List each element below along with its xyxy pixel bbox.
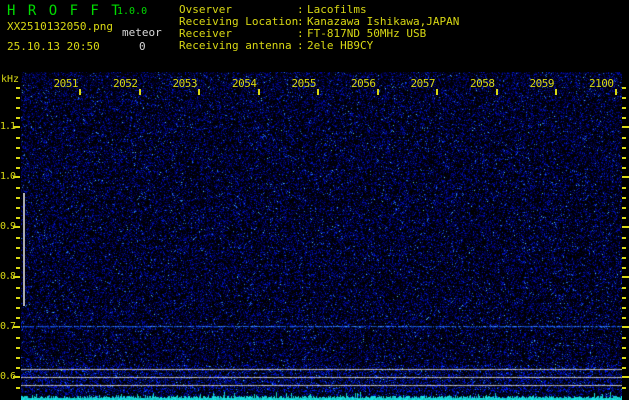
- spectrogram-canvas: [21, 72, 622, 400]
- left-edge-marker: [23, 193, 25, 306]
- y-tick-mark-minor-right: [622, 187, 626, 189]
- y-tick-mark-minor: [16, 307, 20, 309]
- meteor-count: 0: [139, 40, 146, 53]
- y-tick-mark-minor-right: [622, 267, 626, 269]
- y-tick-mark-minor: [16, 367, 20, 369]
- y-tick-mark-minor: [16, 137, 20, 139]
- y-tick-mark-minor: [16, 167, 20, 169]
- y-tick-mark-minor: [16, 217, 20, 219]
- y-tick-mark-minor: [16, 247, 20, 249]
- y-tick-mark-minor: [16, 197, 20, 199]
- y-tick-mark-minor: [16, 237, 20, 239]
- y-tick-mark-major: [13, 126, 20, 128]
- y-tick-mark-minor-right: [622, 387, 626, 389]
- y-tick-mark-minor-right: [622, 297, 626, 299]
- y-tick-mark-minor: [16, 297, 20, 299]
- y-tick-mark-minor: [16, 117, 20, 119]
- y-tick-mark-major-right: [622, 126, 629, 128]
- y-tick-mark-major-right: [622, 176, 629, 178]
- y-tick-mark-minor-right: [622, 137, 626, 139]
- y-tick-mark-minor-right: [622, 147, 626, 149]
- y-tick-label: 0.7: [0, 321, 14, 332]
- receiver-info: Ovserver:LacofilmsReceiving Location:Kan…: [179, 4, 629, 52]
- info-value: 2ele HB9CY: [307, 39, 373, 52]
- y-tick-mark-major: [13, 226, 20, 228]
- y-tick-mark-major-right: [622, 376, 629, 378]
- mode-label: meteor: [122, 26, 162, 39]
- info-row: Receiving antenna:2ele HB9CY: [179, 40, 629, 52]
- y-tick-mark-minor-right: [622, 257, 626, 259]
- y-tick-mark-minor: [16, 207, 20, 209]
- y-tick-mark-minor: [16, 107, 20, 109]
- y-tick-mark-major: [13, 276, 20, 278]
- hrofft-screen: H R O F F T 1.0.0 XX2510132050.png meteo…: [0, 0, 629, 400]
- y-tick-label: 0.6: [0, 371, 14, 382]
- y-tick-mark-minor-right: [622, 87, 626, 89]
- y-tick-mark-minor-right: [622, 287, 626, 289]
- y-tick-mark-minor-right: [622, 117, 626, 119]
- y-tick-mark-minor-right: [622, 247, 626, 249]
- y-axis-unit-label: kHz: [1, 74, 19, 85]
- y-tick-label: 1.1: [0, 121, 14, 132]
- app-version: 1.0.0: [117, 6, 147, 17]
- y-tick-mark-minor: [16, 147, 20, 149]
- y-tick-mark-minor-right: [622, 107, 626, 109]
- y-tick-mark-minor-right: [622, 97, 626, 99]
- y-tick-mark-minor-right: [622, 347, 626, 349]
- info-label: Receiving antenna: [179, 40, 297, 52]
- y-tick-mark-minor: [16, 187, 20, 189]
- y-tick-mark-minor: [16, 267, 20, 269]
- y-tick-mark-minor-right: [622, 217, 626, 219]
- y-tick-mark-minor: [16, 387, 20, 389]
- y-tick-mark-minor-right: [622, 237, 626, 239]
- y-tick-mark-major: [13, 376, 20, 378]
- app-title: H R O F F T: [7, 3, 122, 19]
- y-tick-mark-major-right: [622, 226, 629, 228]
- y-tick-mark-minor-right: [622, 307, 626, 309]
- y-tick-mark-minor: [16, 87, 20, 89]
- datetime-label: 25.10.13 20:50: [7, 40, 100, 53]
- info-colon: :: [297, 40, 307, 52]
- y-tick-mark-minor: [16, 347, 20, 349]
- y-tick-mark-minor-right: [622, 337, 626, 339]
- y-tick-mark-minor: [16, 357, 20, 359]
- y-tick-mark-minor: [16, 257, 20, 259]
- y-tick-mark-major-right: [622, 326, 629, 328]
- y-tick-label: 0.9: [0, 221, 14, 232]
- y-tick-mark-minor-right: [622, 157, 626, 159]
- y-tick-mark-minor-right: [622, 357, 626, 359]
- y-tick-mark-minor: [16, 337, 20, 339]
- y-tick-mark-minor-right: [622, 367, 626, 369]
- y-tick-mark-minor-right: [622, 167, 626, 169]
- y-tick-mark-minor: [16, 157, 20, 159]
- y-tick-mark-minor-right: [622, 207, 626, 209]
- y-tick-mark-minor: [16, 97, 20, 99]
- y-tick-mark-major-right: [622, 276, 629, 278]
- output-filename: XX2510132050.png: [7, 20, 113, 33]
- y-tick-mark-major: [13, 326, 20, 328]
- y-tick-mark-minor: [16, 317, 20, 319]
- y-tick-mark-minor-right: [622, 197, 626, 199]
- y-tick-label: 1.0: [0, 171, 14, 182]
- y-tick-label: 0.8: [0, 271, 14, 282]
- y-tick-mark-minor: [16, 287, 20, 289]
- y-tick-mark-major: [13, 176, 20, 178]
- y-tick-mark-minor-right: [622, 317, 626, 319]
